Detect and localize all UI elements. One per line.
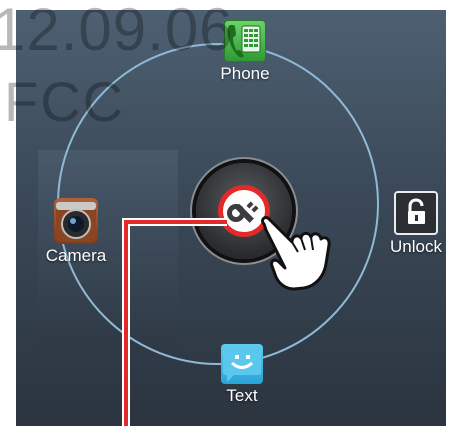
unlock-padlock-icon — [394, 191, 438, 235]
unlock-target[interactable]: Unlock — [378, 191, 454, 257]
message-smiley-icon — [221, 344, 263, 384]
phone-label: Phone — [220, 64, 270, 83]
camera-icon — [54, 198, 98, 244]
phone-icon — [224, 20, 266, 62]
pointing-hand-icon — [261, 216, 331, 291]
text-label: Text — [226, 386, 258, 405]
camera-target[interactable]: Camera — [34, 198, 118, 266]
unlock-label: Unlock — [390, 237, 442, 256]
phone-target[interactable]: Phone — [213, 20, 277, 84]
camera-label: Camera — [45, 246, 107, 265]
text-target[interactable]: Text — [210, 344, 274, 406]
